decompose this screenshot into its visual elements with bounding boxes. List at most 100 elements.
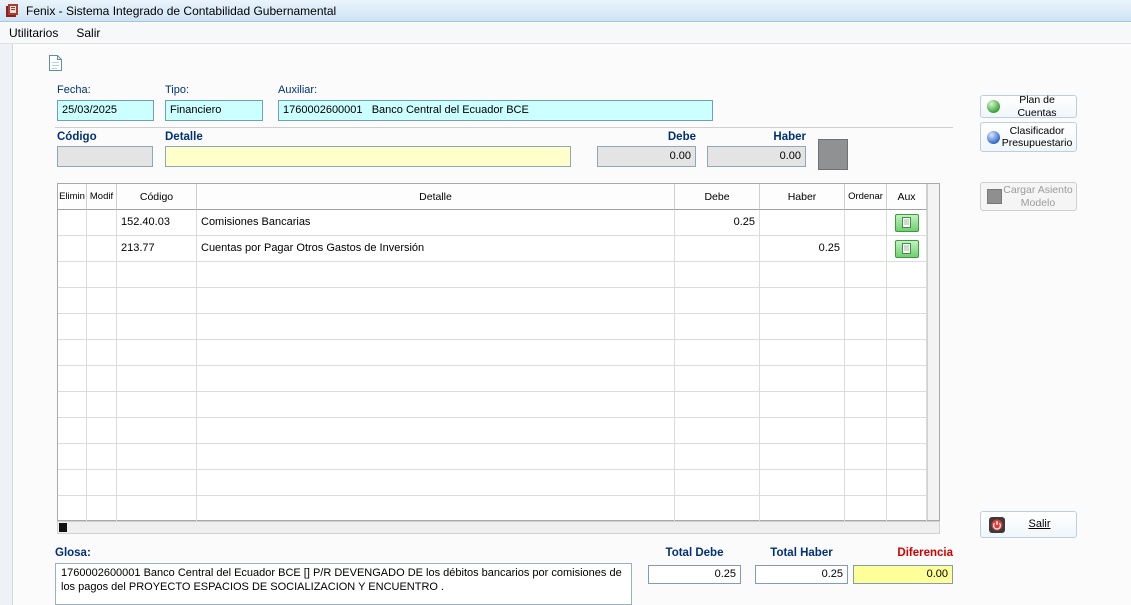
detalle-entry-input[interactable] [165,146,571,167]
cell-debe [675,366,760,392]
cell-ordenar [845,418,887,444]
cell-eliminar[interactable] [58,288,87,314]
clasificador-presupuestario-button[interactable]: Clasificador Presupuestario [980,122,1077,152]
cargar-asiento-modelo-button[interactable]: Cargar Asiento Modelo [980,182,1077,211]
table-row[interactable] [58,340,927,366]
cell-eliminar[interactable] [58,470,87,496]
cell-detalle [197,340,675,366]
cell-modificar[interactable] [87,496,117,522]
table-row[interactable] [58,314,927,340]
table-row[interactable]: 152.40.03 Comisiones Bancarias 0.25 [58,210,927,236]
menu-item-salir[interactable]: Salir [67,24,109,42]
cell-modificar[interactable] [87,314,117,340]
cell-modificar[interactable] [87,418,117,444]
cell-aux [887,496,927,522]
cell-debe [675,418,760,444]
document-icon [902,217,911,228]
cell-modificar[interactable] [87,392,117,418]
cell-modificar[interactable] [87,340,117,366]
table-row[interactable]: 213.77 Cuentas por Pagar Otros Gastos de… [58,236,927,262]
cell-eliminar[interactable] [58,236,87,262]
header-modificar: Modif [87,184,117,210]
glosa-textarea[interactable]: 1760002600001 Banco Central del Ecuador … [55,563,632,605]
cell-debe [675,496,760,522]
cell-debe [675,470,760,496]
cell-detalle: Cuentas por Pagar Otros Gastos de Invers… [197,236,675,262]
cell-detalle [197,444,675,470]
cell-eliminar[interactable] [58,262,87,288]
cell-detalle: Comisiones Bancarias [197,210,675,236]
table-row[interactable] [58,366,927,392]
tipo-field[interactable]: Financiero [165,100,263,121]
total-debe-label: Total Debe [665,547,724,559]
table-row[interactable] [58,262,927,288]
header-ordenar: Ordenar [845,184,887,210]
cell-eliminar[interactable] [58,496,87,522]
table-row[interactable] [58,444,927,470]
salir-button[interactable]: Salir [980,511,1077,538]
separator-line [55,127,953,128]
cell-eliminar[interactable] [58,366,87,392]
cell-ordenar [845,470,887,496]
cell-eliminar[interactable] [58,392,87,418]
table-row[interactable] [58,496,927,522]
cell-eliminar[interactable] [58,340,87,366]
cell-aux [887,418,927,444]
cell-eliminar[interactable] [58,314,87,340]
aux-button[interactable] [894,239,919,258]
cell-debe [675,314,760,340]
table-row[interactable] [58,288,927,314]
blue-sphere-icon [987,130,1000,144]
cell-debe [675,444,760,470]
table-horizontal-scrollbar[interactable] [57,521,940,534]
cell-aux [887,470,927,496]
add-entry-button[interactable] [818,139,848,170]
codigo-entry-input[interactable] [57,146,153,167]
header-eliminar: Elimin [58,184,87,210]
cell-modificar[interactable] [87,288,117,314]
cell-detalle [197,314,675,340]
cell-modificar[interactable] [87,366,117,392]
cell-aux [887,210,927,236]
aux-button[interactable] [894,213,919,232]
cell-eliminar[interactable] [58,418,87,444]
cell-codigo [117,366,197,392]
header-detalle: Detalle [197,184,675,210]
menu-item-utilitarios[interactable]: Utilitarios [0,24,67,42]
auxiliar-field[interactable]: 1760002600001 Banco Central del Ecuador … [278,100,713,121]
power-icon [989,516,1005,533]
cell-modificar[interactable] [87,444,117,470]
cell-aux [887,314,927,340]
table-body: 152.40.03 Comisiones Bancarias 0.25 213.… [58,210,939,522]
table-vertical-scrollbar[interactable] [927,184,939,520]
cell-aux [887,288,927,314]
table-row[interactable] [58,470,927,496]
diferencia-label: Diferencia [897,547,953,559]
new-document-button[interactable] [44,52,66,74]
cell-modificar[interactable] [87,470,117,496]
cell-codigo: 152.40.03 [117,210,197,236]
cell-haber [760,366,845,392]
cell-modificar[interactable] [87,236,117,262]
debe-entry-input[interactable]: 0.00 [597,146,696,167]
cell-codigo [117,418,197,444]
cell-debe [675,288,760,314]
cell-eliminar[interactable] [58,210,87,236]
scrollbar-thumb[interactable] [59,523,67,532]
cell-codigo [117,314,197,340]
cell-haber [760,444,845,470]
table-row[interactable] [58,418,927,444]
cell-modificar[interactable] [87,262,117,288]
total-haber-label: Total Haber [770,547,833,559]
total-debe-field: 0.25 [648,565,741,584]
cell-eliminar[interactable] [58,444,87,470]
cell-detalle [197,262,675,288]
table-row[interactable] [58,392,927,418]
fecha-field[interactable]: 25/03/2025 [57,100,154,121]
menu-bar: Utilitarios Salir [0,23,1131,44]
cell-modificar[interactable] [87,210,117,236]
cell-ordenar [845,496,887,522]
plan-de-cuentas-button[interactable]: Plan de Cuentas [980,94,1077,119]
haber-entry-input[interactable]: 0.00 [707,146,806,167]
left-panel-strip [0,44,13,605]
